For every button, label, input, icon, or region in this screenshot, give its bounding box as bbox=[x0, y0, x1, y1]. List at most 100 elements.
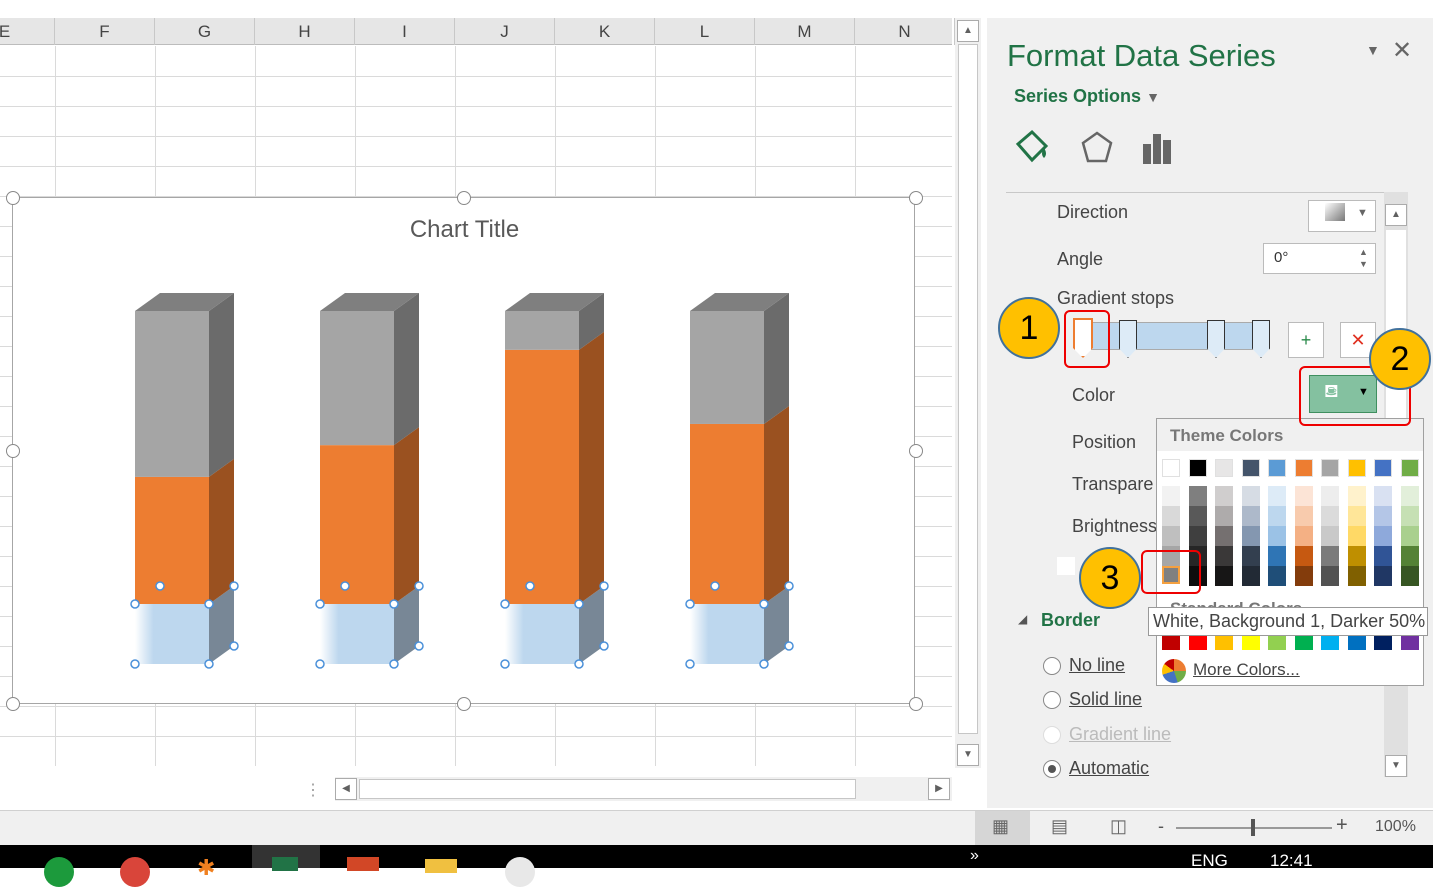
angle-spinner[interactable]: 0° ▲ ▼ bbox=[1263, 243, 1376, 274]
chart-resize-handle[interactable] bbox=[6, 191, 20, 205]
theme-shade-swatch[interactable] bbox=[1347, 546, 1366, 566]
selection-handle[interactable] bbox=[759, 599, 769, 609]
column-header-N[interactable]: N bbox=[855, 18, 955, 45]
theme-shade-swatch[interactable] bbox=[1374, 506, 1392, 526]
theme-color-swatch[interactable] bbox=[1188, 459, 1207, 477]
border-section-header[interactable]: Border bbox=[1041, 610, 1100, 631]
theme-shade-swatch[interactable] bbox=[1188, 526, 1207, 546]
selection-handle[interactable] bbox=[500, 659, 510, 669]
split-handle-icon[interactable]: ⋮ bbox=[305, 780, 321, 800]
chart-resize-handle[interactable] bbox=[909, 191, 923, 205]
theme-shade-swatch[interactable] bbox=[1268, 566, 1286, 586]
scroll-left-button[interactable]: ◀ bbox=[335, 778, 357, 800]
selection-handle[interactable] bbox=[340, 581, 350, 591]
vertical-scrollbar[interactable]: ▲ ▼ bbox=[955, 18, 981, 768]
direction-dropdown[interactable]: ▼ bbox=[1308, 200, 1376, 232]
theme-shade-swatch[interactable] bbox=[1215, 506, 1233, 526]
chart-resize-handle[interactable] bbox=[6, 444, 20, 458]
page-break-view-button[interactable]: ◫ bbox=[1110, 816, 1127, 837]
bar-front-1-series-1[interactable] bbox=[135, 603, 209, 664]
theme-shade-swatch[interactable] bbox=[1241, 506, 1260, 526]
theme-color-swatch[interactable] bbox=[1241, 459, 1260, 477]
page-layout-view-button[interactable]: ▤ bbox=[1051, 816, 1068, 837]
theme-color-swatch[interactable] bbox=[1268, 459, 1286, 477]
theme-shade-swatch[interactable] bbox=[1241, 486, 1260, 506]
standard-color-swatch[interactable] bbox=[1215, 636, 1233, 650]
taskbar-app-icon[interactable] bbox=[120, 857, 150, 887]
column-header-F[interactable]: F bbox=[55, 18, 155, 45]
selection-handle[interactable] bbox=[784, 581, 794, 591]
pane-options-chevron-icon[interactable]: ▼ bbox=[1366, 42, 1380, 58]
selection-handle[interactable] bbox=[500, 599, 510, 609]
theme-shade-swatch[interactable] bbox=[1347, 566, 1366, 586]
selection-handle[interactable] bbox=[599, 581, 609, 591]
bar-front-4-series-3[interactable] bbox=[690, 311, 764, 424]
bar-front-2-series-2[interactable] bbox=[320, 445, 394, 604]
selection-handle[interactable] bbox=[599, 641, 609, 651]
show-hidden-icons-button[interactable]: » bbox=[970, 847, 979, 865]
chart-resize-handle[interactable] bbox=[6, 697, 20, 711]
scroll-right-button[interactable]: ▶ bbox=[928, 778, 950, 800]
selection-handle[interactable] bbox=[204, 659, 214, 669]
zoom-slider-thumb[interactable] bbox=[1251, 819, 1255, 836]
theme-shade-swatch[interactable] bbox=[1400, 506, 1419, 526]
taskbar-app-icon[interactable] bbox=[505, 857, 535, 887]
chart-resize-handle[interactable] bbox=[457, 697, 471, 711]
theme-shade-swatch[interactable] bbox=[1294, 506, 1313, 526]
spinner-arrows-icon[interactable]: ▲ ▼ bbox=[1359, 246, 1368, 270]
scroll-thumb[interactable] bbox=[958, 44, 978, 734]
theme-color-swatch[interactable] bbox=[1374, 459, 1392, 477]
selection-handle[interactable] bbox=[389, 599, 399, 609]
theme-shade-swatch[interactable] bbox=[1374, 526, 1392, 546]
theme-shade-swatch[interactable] bbox=[1215, 546, 1233, 566]
chart-resize-handle[interactable] bbox=[457, 191, 471, 205]
theme-shade-swatch[interactable] bbox=[1241, 566, 1260, 586]
theme-shade-swatch[interactable] bbox=[1241, 526, 1260, 546]
border-radio-1[interactable] bbox=[1043, 691, 1061, 709]
selection-handle[interactable] bbox=[525, 581, 535, 591]
standard-color-swatch[interactable] bbox=[1321, 636, 1339, 650]
theme-shade-swatch[interactable] bbox=[1400, 526, 1419, 546]
selection-handle[interactable] bbox=[574, 659, 584, 669]
standard-color-swatch[interactable] bbox=[1400, 636, 1419, 650]
theme-shade-swatch[interactable] bbox=[1400, 546, 1419, 566]
scroll-thumb-horizontal[interactable] bbox=[359, 779, 856, 799]
chart-resize-handle[interactable] bbox=[909, 444, 923, 458]
column-header-G[interactable]: G bbox=[155, 18, 255, 45]
theme-shade-swatch[interactable] bbox=[1347, 526, 1366, 546]
selection-handle[interactable] bbox=[685, 659, 695, 669]
theme-shade-swatch[interactable] bbox=[1188, 506, 1207, 526]
theme-shade-swatch[interactable] bbox=[1374, 566, 1392, 586]
selection-handle[interactable] bbox=[574, 599, 584, 609]
theme-shade-swatch[interactable] bbox=[1374, 546, 1392, 566]
standard-color-swatch[interactable] bbox=[1241, 636, 1260, 650]
theme-shade-swatch[interactable] bbox=[1294, 526, 1313, 546]
taskbar-app-icon[interactable]: ✱ bbox=[197, 855, 227, 885]
theme-shade-swatch[interactable] bbox=[1400, 486, 1419, 506]
theme-shade-swatch[interactable] bbox=[1347, 486, 1366, 506]
selection-handle[interactable] bbox=[414, 641, 424, 651]
selection-handle[interactable] bbox=[414, 581, 424, 591]
theme-shade-swatch[interactable] bbox=[1268, 526, 1286, 546]
chart-resize-handle[interactable] bbox=[909, 697, 923, 711]
taskbar-app-icon[interactable] bbox=[44, 857, 74, 887]
fill-line-icon[interactable] bbox=[1014, 128, 1054, 168]
taskbar-folder-icon[interactable] bbox=[425, 859, 457, 873]
horizontal-scrollbar[interactable]: ◀ ▶ bbox=[335, 777, 952, 801]
selection-handle[interactable] bbox=[315, 659, 325, 669]
standard-color-swatch[interactable] bbox=[1188, 636, 1207, 650]
scroll-down-button[interactable]: ▼ bbox=[957, 744, 979, 766]
clock[interactable]: 12:41 bbox=[1270, 851, 1313, 871]
selection-handle[interactable] bbox=[315, 599, 325, 609]
theme-shade-swatch[interactable] bbox=[1321, 566, 1339, 586]
theme-shade-swatch[interactable] bbox=[1162, 506, 1180, 526]
normal-view-button[interactable]: ▦ bbox=[975, 811, 1030, 845]
column-header-K[interactable]: K bbox=[555, 18, 655, 45]
theme-shade-swatch[interactable] bbox=[1241, 546, 1260, 566]
theme-shade-swatch[interactable] bbox=[1294, 486, 1313, 506]
standard-color-swatch[interactable] bbox=[1162, 636, 1180, 650]
theme-color-swatch[interactable] bbox=[1294, 459, 1313, 477]
bar-front-1-series-3[interactable] bbox=[135, 311, 209, 477]
theme-shade-swatch[interactable] bbox=[1294, 566, 1313, 586]
pane-scroll-up-button[interactable]: ▲ bbox=[1385, 204, 1407, 226]
